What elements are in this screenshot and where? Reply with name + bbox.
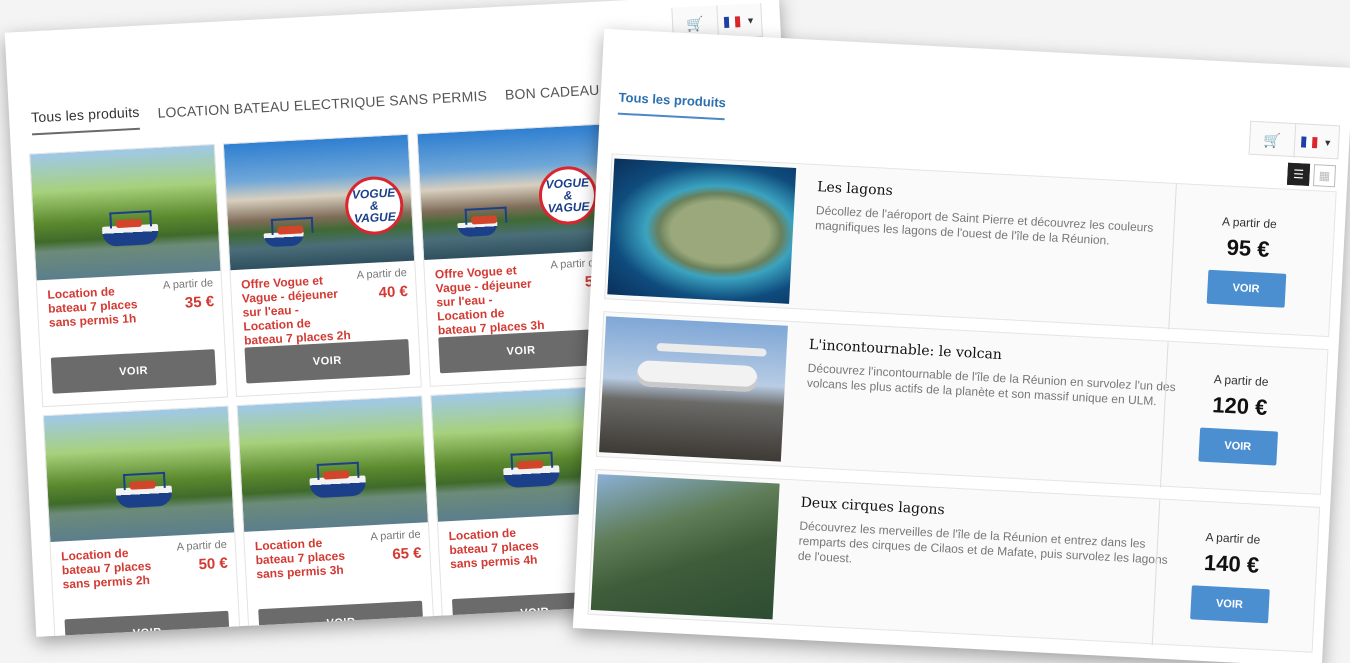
product-card[interactable]: Location de bateau 7 places sans permis … bbox=[29, 143, 229, 408]
chevron-down-icon: ▼ bbox=[745, 15, 756, 26]
product-title[interactable]: Les lagons bbox=[817, 179, 893, 199]
card-body: Location de bateau 7 places sans permis … bbox=[37, 271, 225, 353]
tab-electric-boat-rental[interactable]: LOCATION BATEAU ELECTRIQUE SANS PERMIS bbox=[157, 88, 488, 129]
product-price: 140 € bbox=[1203, 549, 1260, 578]
product-image[interactable] bbox=[590, 474, 780, 620]
product-name[interactable]: Location de bateau 7 places sans permis … bbox=[255, 534, 365, 581]
price-from-label: A partir de bbox=[370, 528, 421, 544]
voir-button[interactable]: VOIR bbox=[1197, 427, 1278, 466]
product-image[interactable] bbox=[30, 144, 221, 281]
boat-image bbox=[263, 231, 305, 248]
product-price: 50 € bbox=[198, 554, 229, 574]
voir-button[interactable]: VOIR bbox=[244, 338, 411, 384]
card-body: Offre Vogue et Vague - déjeuner sur l'ea… bbox=[230, 261, 418, 348]
product-image[interactable] bbox=[237, 396, 428, 532]
card-body: Location de bateau 7 places sans permis … bbox=[244, 522, 432, 604]
product-name[interactable]: Offre Vogue et Vague - déjeuner sur l'ea… bbox=[241, 272, 353, 347]
product-price: 40 € bbox=[378, 282, 409, 302]
product-image[interactable]: VOGUE & VAGUE bbox=[417, 124, 608, 261]
tab-gift-voucher[interactable]: BON CADEAU bbox=[505, 82, 601, 111]
tab-all-products[interactable]: Tous les produits bbox=[617, 89, 727, 121]
voir-button[interactable]: VOIR bbox=[258, 600, 424, 637]
card-body: Location de bateau 7 places sans permis … bbox=[50, 532, 238, 614]
list-item[interactable]: Deux cirques lagons Découvrez les mervei… bbox=[587, 468, 1321, 654]
product-description: Découvrez l'incontournable de l'île de l… bbox=[806, 360, 1177, 409]
boat-image bbox=[115, 485, 173, 509]
price-from-label: A partir de bbox=[1213, 372, 1269, 390]
price-block: A partir de 140 € VOIR bbox=[1151, 499, 1310, 654]
product-description: Décollez de l'aéroport de Saint Pierre e… bbox=[814, 203, 1154, 248]
product-card[interactable]: VOGUE & VAGUE Offre Vogue et Vague - déj… bbox=[222, 133, 422, 398]
list-item[interactable]: Les lagons Décollez de l'aéroport de Sai… bbox=[604, 153, 1337, 338]
vogue-vague-logo: VOGUE & VAGUE bbox=[537, 164, 599, 226]
product-image[interactable] bbox=[599, 316, 788, 462]
product-image[interactable]: VOGUE & VAGUE bbox=[223, 134, 415, 271]
price-block: A partir de 120 € VOIR bbox=[1159, 341, 1318, 496]
view-toggle: ☰ ▦ bbox=[1286, 162, 1337, 188]
boat-image bbox=[502, 464, 560, 488]
product-card[interactable]: VOGUE & VAGUE Offre Vogue et Vague - déj… bbox=[416, 123, 616, 387]
product-list: Les lagons Décollez de l'aéroport de Sai… bbox=[587, 153, 1337, 663]
price-block: A partir de 95 € VOIR bbox=[1168, 183, 1326, 338]
product-name[interactable]: Location de bateau 7 places sans permis … bbox=[61, 544, 171, 591]
product-name[interactable]: Location de bateau 7 places sans permis … bbox=[47, 282, 157, 329]
price-from-label: A partir de bbox=[1221, 214, 1278, 232]
logo-text: VAGUE bbox=[547, 199, 590, 216]
product-title[interactable]: L'incontournable: le volcan bbox=[809, 337, 1003, 363]
voir-button[interactable]: VOIR bbox=[50, 349, 217, 394]
price-from-label: A partir de bbox=[1205, 529, 1261, 547]
ulm-plane-image bbox=[636, 360, 758, 393]
card-body: Offre Vogue et Vague - déjeuner sur l'ea… bbox=[424, 250, 612, 338]
price-from-label: A partir de bbox=[356, 266, 408, 282]
voir-button[interactable]: VOIR bbox=[1206, 269, 1286, 308]
product-name[interactable]: Location de bateau 7 places sans permis … bbox=[448, 524, 558, 571]
price-from-label: A partir de bbox=[176, 538, 228, 554]
product-card[interactable]: Location de bateau 7 places sans permis … bbox=[42, 405, 242, 637]
list-view-icon[interactable]: ☰ bbox=[1286, 162, 1311, 186]
product-card[interactable]: Location de bateau 7 places sans permis … bbox=[236, 395, 436, 637]
product-description: Découvrez les merveilles de l'île de la … bbox=[797, 518, 1169, 567]
boat-image bbox=[457, 220, 499, 237]
category-tabs: Tous les produits LOCATION BATEAU ELECTR… bbox=[30, 80, 601, 136]
language-selector[interactable]: ▼ bbox=[1293, 124, 1340, 161]
list-item[interactable]: L'incontournable: le volcan Découvrez l'… bbox=[595, 311, 1329, 496]
language-selector[interactable]: ▼ bbox=[716, 3, 762, 40]
product-price: 35 € bbox=[184, 293, 215, 312]
price-from-label: A partir de bbox=[162, 277, 214, 292]
boat-image bbox=[309, 475, 367, 498]
toolbar: 🛒 ▼ bbox=[1248, 120, 1341, 161]
voir-button[interactable]: VOIR bbox=[64, 610, 231, 637]
french-flag-icon bbox=[723, 15, 741, 28]
product-image[interactable] bbox=[43, 406, 235, 543]
grid-view-icon[interactable]: ▦ bbox=[1312, 164, 1337, 188]
chevron-down-icon: ▼ bbox=[1323, 137, 1333, 149]
product-title[interactable]: Deux cirques lagons bbox=[800, 495, 945, 519]
voir-button[interactable]: VOIR bbox=[438, 328, 604, 374]
product-name[interactable]: Offre Vogue et Vague - déjeuner sur l'ea… bbox=[435, 262, 547, 337]
tab-all-products[interactable]: Tous les produits bbox=[30, 103, 141, 136]
logo-text: VAGUE bbox=[353, 209, 397, 226]
product-image[interactable] bbox=[607, 158, 797, 304]
product-price: 95 € bbox=[1226, 234, 1271, 262]
product-price: 65 € bbox=[391, 544, 422, 564]
french-flag-icon bbox=[1301, 135, 1318, 148]
voir-button[interactable]: VOIR bbox=[1189, 585, 1270, 624]
list-view-panel: Tous les produits 🛒 ▼ ☰ ▦ Les lagons Déc… bbox=[572, 28, 1350, 663]
product-price: 120 € bbox=[1211, 392, 1268, 420]
vogue-vague-logo: VOGUE & VAGUE bbox=[343, 175, 405, 237]
cart-icon[interactable]: 🛒 bbox=[1249, 122, 1295, 158]
boat-image bbox=[101, 223, 159, 247]
